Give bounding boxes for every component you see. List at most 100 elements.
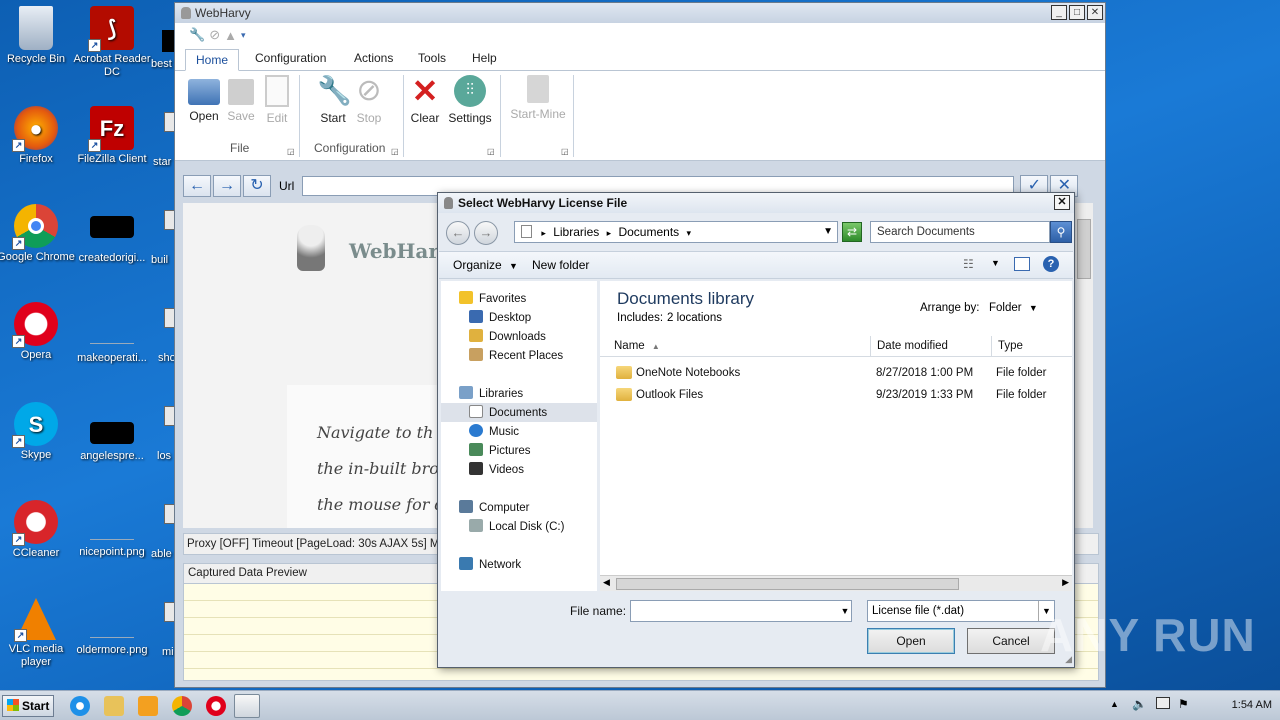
explorer-icon[interactable] bbox=[104, 696, 124, 716]
desktop-icon-firefox[interactable]: ● ↗ Firefox bbox=[0, 106, 76, 166]
file-row[interactable]: OneNote Notebooks 8/27/2018 1:00 PM File… bbox=[600, 366, 1070, 386]
horizontal-scrollbar[interactable]: ◀ ▶ bbox=[600, 575, 1072, 591]
tab-tools[interactable]: Tools bbox=[418, 51, 446, 65]
breadcrumb-documents[interactable]: Documents bbox=[618, 225, 679, 239]
stop-icon[interactable]: ⊘ bbox=[209, 27, 220, 43]
wrench-icon[interactable]: 🔧 bbox=[189, 27, 205, 43]
organize-button[interactable]: Organize ▼ bbox=[453, 258, 518, 272]
file-row[interactable]: Outlook Files 9/23/2019 1:33 PM File fol… bbox=[600, 388, 1070, 408]
ie-icon[interactable] bbox=[70, 696, 90, 716]
media-player-icon[interactable] bbox=[138, 696, 158, 716]
desktop-icon-skype[interactable]: S ↗ Skype bbox=[0, 402, 76, 462]
nav-pictures[interactable]: Pictures bbox=[469, 443, 531, 457]
search-icon[interactable]: ⚲ bbox=[1050, 221, 1072, 243]
refresh-icon[interactable]: ⇄ bbox=[842, 222, 862, 242]
nav-computer[interactable]: Computer bbox=[459, 500, 530, 514]
start-button[interactable]: Start bbox=[2, 695, 54, 717]
clock[interactable]: 1:54 AM bbox=[1232, 699, 1272, 711]
nav-favorites[interactable]: Favorites bbox=[459, 291, 526, 305]
nav-desktop[interactable]: Desktop bbox=[469, 310, 531, 324]
breadcrumb[interactable]: ▸ Libraries ▸ Documents ▾ ▼ bbox=[514, 221, 838, 243]
open-button[interactable]: Open bbox=[867, 628, 955, 654]
dialog-launcher-icon[interactable]: ◲ bbox=[391, 147, 399, 156]
scroll-thumb[interactable] bbox=[616, 578, 959, 590]
new-folder-button[interactable]: New folder bbox=[532, 258, 589, 272]
forward-button[interactable]: → bbox=[474, 221, 498, 245]
address-dropdown[interactable]: ▼ bbox=[823, 222, 833, 242]
clear-button[interactable]: ✕ Clear bbox=[405, 75, 445, 125]
tab-actions[interactable]: Actions bbox=[354, 51, 393, 65]
scroll-right-icon[interactable]: ▶ bbox=[1062, 577, 1069, 588]
desktop-icon-makeoperati[interactable]: makeoperati... bbox=[72, 326, 152, 365]
column-name[interactable]: Name ▲ bbox=[608, 336, 871, 357]
desktop-icon-acrobat[interactable]: ⟆ ↗ Acrobat Reader DC bbox=[72, 6, 152, 79]
nav-videos[interactable]: Videos bbox=[469, 462, 524, 476]
preview-pane-icon[interactable] bbox=[1014, 257, 1030, 271]
network-tray-icon[interactable] bbox=[1156, 697, 1170, 709]
breadcrumb-libraries[interactable]: Libraries bbox=[553, 225, 599, 239]
start-button[interactable]: 🔧 Start bbox=[313, 75, 353, 125]
chevron-down-icon[interactable]: ▼ bbox=[991, 258, 1000, 268]
column-type[interactable]: Type bbox=[992, 336, 1072, 357]
back-button[interactable]: ← bbox=[446, 221, 470, 245]
start-mine-button[interactable]: Start-Mine bbox=[508, 75, 568, 121]
nav-music[interactable]: Music bbox=[469, 424, 519, 438]
webharvy-task-icon[interactable] bbox=[234, 694, 260, 718]
nav-network[interactable]: Network bbox=[459, 557, 521, 571]
maximize-button[interactable]: □ bbox=[1069, 5, 1085, 20]
stop-button[interactable]: ⊘ Stop bbox=[349, 75, 389, 126]
chrome-icon[interactable] bbox=[172, 696, 192, 716]
chevron-down-icon[interactable]: ▾ bbox=[241, 30, 246, 41]
save-button[interactable]: Save bbox=[221, 75, 261, 123]
mine-icon[interactable]: ▲ bbox=[224, 28, 237, 43]
nav-local-disk[interactable]: Local Disk (C:) bbox=[469, 519, 564, 533]
open-button[interactable]: Open bbox=[184, 75, 224, 123]
tab-help[interactable]: Help bbox=[472, 51, 497, 65]
nav-libraries[interactable]: Libraries bbox=[459, 386, 523, 400]
back-button[interactable]: ← bbox=[183, 175, 211, 197]
dialog-launcher-icon[interactable]: ◲ bbox=[487, 147, 495, 156]
nav-recent-places[interactable]: Recent Places bbox=[469, 348, 563, 362]
breadcrumb-separator[interactable]: ▾ bbox=[687, 228, 692, 238]
file-type-select[interactable]: License file (*.dat) bbox=[867, 600, 1055, 622]
desktop-icon-ccleaner[interactable]: ↗ CCleaner bbox=[0, 500, 76, 560]
dialog-launcher-icon[interactable]: ◲ bbox=[561, 147, 569, 156]
flag-icon[interactable]: ⚑ bbox=[1178, 697, 1189, 711]
desktop-icon-oldermore[interactable]: oldermore.png bbox=[72, 620, 152, 657]
file-name-input[interactable] bbox=[630, 600, 852, 622]
help-icon[interactable]: ? bbox=[1043, 256, 1059, 272]
desktop-icon-chrome[interactable]: ↗ Google Chrome bbox=[0, 204, 76, 264]
desktop-icon-createdorigi[interactable]: createdorigi... bbox=[72, 216, 152, 265]
refresh-button[interactable]: ↻ bbox=[243, 175, 271, 197]
scroll-left-icon[interactable]: ◀ bbox=[603, 577, 610, 588]
breadcrumb-separator[interactable]: ▸ bbox=[607, 228, 612, 238]
nav-downloads[interactable]: Downloads bbox=[469, 329, 546, 343]
includes-locations-link[interactable]: 2 locations bbox=[667, 312, 722, 324]
dialog-titlebar[interactable]: Select WebHarvy License File ✕ bbox=[438, 193, 1074, 213]
forward-button[interactable]: → bbox=[213, 175, 241, 197]
breadcrumb-separator[interactable]: ▸ bbox=[541, 228, 546, 238]
dialog-launcher-icon[interactable]: ◲ bbox=[287, 147, 295, 156]
webharvy-titlebar[interactable]: WebHarvy _ □ ✕ bbox=[175, 3, 1105, 23]
search-input[interactable]: Search Documents bbox=[870, 221, 1050, 243]
edit-button[interactable]: Edit bbox=[257, 75, 297, 125]
arrange-by-dropdown[interactable]: Folder ▼ bbox=[989, 302, 1038, 314]
opera-icon[interactable] bbox=[206, 696, 226, 716]
desktop-icon-recycle-bin[interactable]: Recycle Bin bbox=[0, 6, 76, 66]
file-name-dropdown[interactable]: ▼ bbox=[838, 601, 852, 621]
desktop-icon-filezilla[interactable]: Fz ↗ FileZilla Client bbox=[72, 106, 152, 166]
speaker-icon[interactable]: 🔈 bbox=[1132, 697, 1147, 711]
vertical-scrollbar[interactable] bbox=[1075, 203, 1093, 528]
minimize-button[interactable]: _ bbox=[1051, 5, 1067, 20]
view-options-icon[interactable]: ☷ bbox=[963, 257, 974, 271]
nav-documents[interactable]: Documents bbox=[441, 403, 597, 422]
desktop-icon-opera[interactable]: ↗ Opera bbox=[0, 302, 76, 362]
dialog-close-button[interactable]: ✕ bbox=[1054, 195, 1070, 210]
desktop-icon-nicepoint[interactable]: nicepoint.png bbox=[72, 522, 152, 559]
tray-expand-icon[interactable]: ▲ bbox=[1110, 699, 1119, 709]
column-date-modified[interactable]: Date modified bbox=[871, 336, 992, 357]
tab-configuration[interactable]: Configuration bbox=[255, 51, 326, 65]
desktop-icon-vlc[interactable]: ↗ VLC media player bbox=[0, 598, 76, 669]
close-button[interactable]: ✕ bbox=[1087, 5, 1103, 20]
desktop-icon-angelespre[interactable]: angelespre... bbox=[72, 422, 152, 463]
